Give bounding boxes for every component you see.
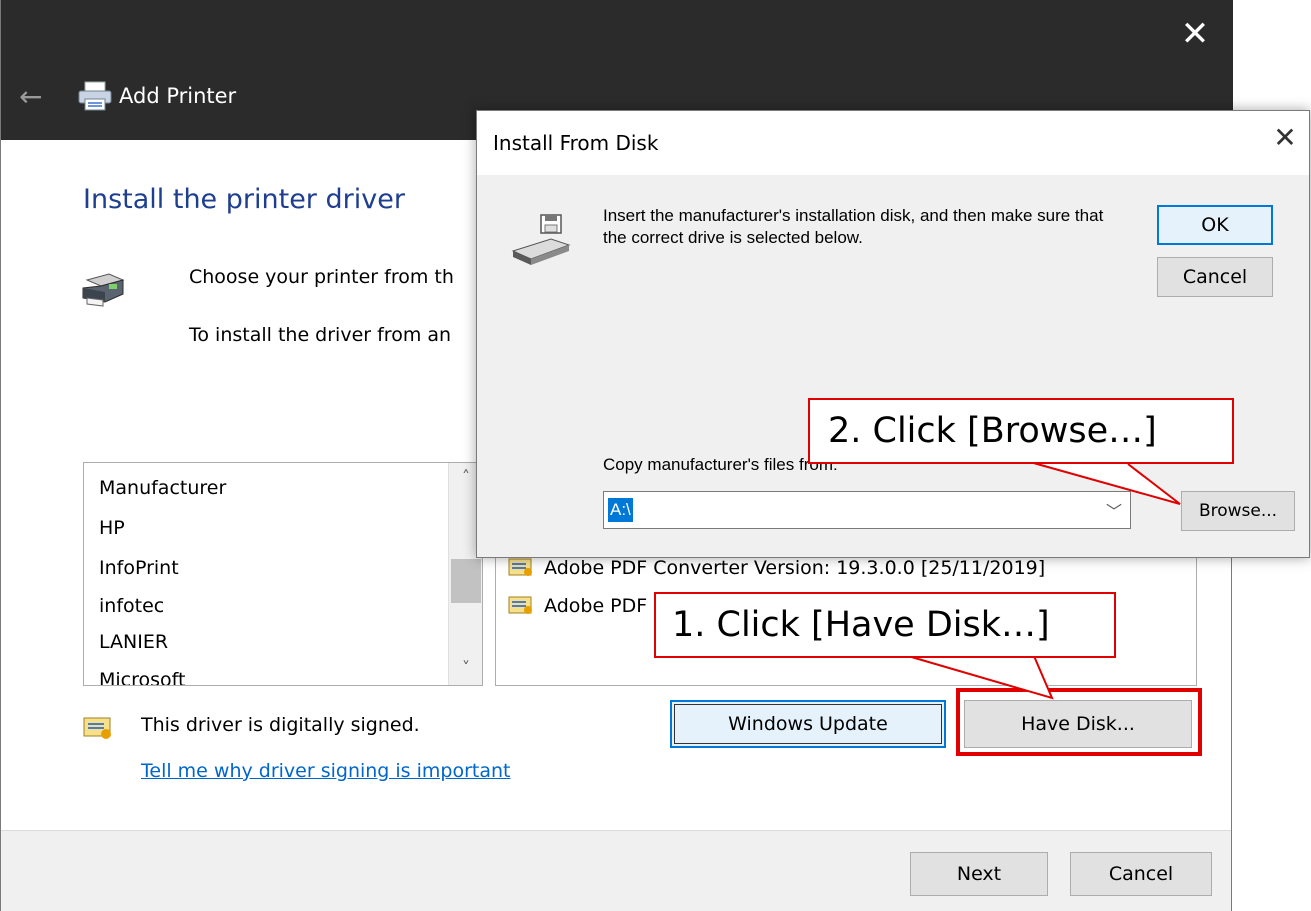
instruction-line-2: To install the driver from an	[189, 324, 452, 346]
back-arrow-icon[interactable]: ←	[19, 80, 42, 113]
list-item[interactable]: Adobe PDF	[508, 595, 647, 617]
dialog-message: Insert the manufacturer's installation d…	[603, 206, 1104, 247]
list-item[interactable]: infotec	[99, 595, 164, 617]
signed-driver-icon	[508, 558, 532, 576]
driver-signing-link[interactable]: Tell me why driver signing is important	[141, 760, 511, 782]
list-item[interactable]: Adobe PDF Converter Version: 19.3.0.0 [2…	[508, 557, 1045, 579]
browse-button[interactable]: Browse...	[1181, 491, 1295, 531]
install-from-disk-dialog: Install From Disk ✕ Insert the manufactu…	[476, 110, 1310, 558]
cancel-button[interactable]: Cancel	[1070, 852, 1212, 896]
signed-certificate-icon	[83, 717, 111, 739]
dialog-cancel-button[interactable]: Cancel	[1157, 257, 1273, 297]
have-disk-highlight	[956, 688, 1202, 756]
ok-button[interactable]: OK	[1157, 205, 1273, 245]
next-button[interactable]: Next	[910, 852, 1048, 896]
signed-driver-icon	[508, 596, 532, 614]
instruction-line-1: Choose your printer from th	[189, 266, 454, 288]
copy-from-value[interactable]: A:\	[608, 498, 633, 522]
list-item[interactable]: HP	[99, 517, 125, 539]
dialog-title: Install From Disk	[493, 131, 659, 155]
close-icon[interactable]: ✕	[1175, 14, 1215, 54]
windows-update-button[interactable]: Windows Update	[670, 700, 946, 748]
window-title: Add Printer	[119, 84, 237, 108]
list-item[interactable]: LANIER	[99, 631, 168, 653]
step-1-callout: 1. Click [Have Disk…]	[654, 592, 1116, 658]
page-heading: Install the printer driver	[83, 184, 405, 215]
scroll-down-icon[interactable]: ˅	[449, 658, 482, 677]
list-item[interactable]: Microsoft	[99, 669, 185, 685]
dialog-title-bar: Install From Disk ✕	[477, 111, 1309, 175]
scrollbar-thumb[interactable]	[451, 559, 481, 603]
printer-device-icon	[82, 273, 125, 307]
driver-name: Adobe PDF Converter Version: 19.3.0.0 [2…	[544, 557, 1046, 579]
signed-status-text: This driver is digitally signed.	[141, 714, 420, 736]
copy-from-combobox[interactable]: A:\ ﹀	[603, 491, 1131, 529]
driver-name: Adobe PDF	[544, 595, 648, 617]
dialog-close-icon[interactable]: ✕	[1267, 121, 1303, 154]
printer-icon	[78, 81, 112, 111]
list-item[interactable]: InfoPrint	[99, 557, 179, 579]
disk-drive-icon	[511, 214, 571, 265]
manufacturer-list-header[interactable]: Manufacturer	[99, 477, 226, 499]
manufacturer-list[interactable]: Manufacturer HP InfoPrint infotec LANIER…	[83, 462, 483, 686]
copy-from-label: Copy manufacturer's files from:	[603, 455, 838, 474]
step-2-callout: 2. Click [Browse…]	[808, 398, 1234, 464]
chevron-down-icon[interactable]: ﹀	[1106, 498, 1122, 522]
